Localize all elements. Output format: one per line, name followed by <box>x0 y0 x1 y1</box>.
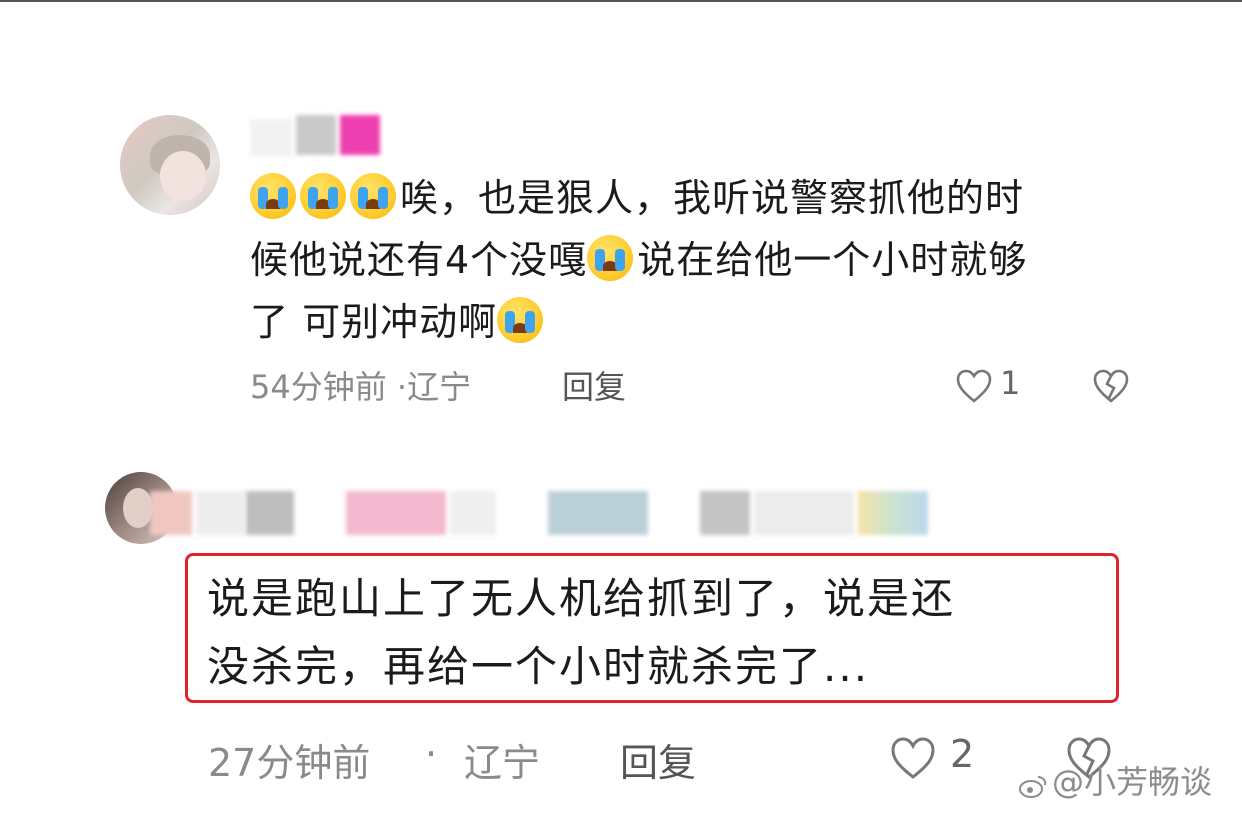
comment-time: 54分钟前 <box>250 368 387 406</box>
comment-location: 辽宁 <box>407 368 472 406</box>
top-divider <box>0 0 1242 2</box>
username-blurred[interactable] <box>150 487 930 535</box>
comment-text: 候他说还有4个没嘎 <box>250 238 588 282</box>
avatar-face <box>160 151 206 201</box>
comment-text-line: 唉，也是狠人，我听说警察抓他的时 <box>250 166 1024 230</box>
meta-separator: · <box>396 368 408 406</box>
comment-meta: 54分钟前 ·辽宁 <box>250 362 471 408</box>
like-count: 1 <box>1000 364 1021 402</box>
comment-text: 没杀完，再给一个小时就杀完了... <box>207 642 870 691</box>
comment-text: 说在给他一个小时就够 <box>637 238 1028 282</box>
comment-text-line: 了 可别冲动啊 <box>250 290 547 354</box>
avatar[interactable] <box>120 115 220 215</box>
comment-time: 27分钟前 <box>208 741 371 785</box>
watermark-text: @小芳畅谈 <box>1052 763 1213 801</box>
watermark: @小芳畅谈 <box>1018 757 1212 803</box>
reply-button[interactable]: 回复 <box>620 732 696 787</box>
crying-emoji-icon <box>587 235 634 281</box>
reply-button[interactable]: 回复 <box>562 362 626 408</box>
comment-text: 唉，也是狠人，我听说警察抓他的时 <box>400 176 1025 220</box>
meta-separator: · <box>425 732 438 776</box>
heart-icon[interactable] <box>955 368 993 404</box>
like-count: 2 <box>950 732 975 776</box>
comment-location: 辽宁 <box>464 741 541 785</box>
crying-emoji-icon <box>497 297 544 343</box>
avatar-face <box>123 488 153 528</box>
comment-text: 说是跑山上了无人机给抓到了，说是还 <box>207 574 956 623</box>
username-blurred[interactable] <box>250 115 382 163</box>
comment-text-line: 候他说还有4个没嘎 说在给他一个小时就够 <box>250 228 1027 292</box>
dislike-heart-icon[interactable] <box>1092 368 1130 404</box>
heart-icon[interactable] <box>890 736 936 780</box>
crying-emoji-icon <box>300 173 346 219</box>
comment-text: 了 可别冲动啊 <box>250 300 498 344</box>
crying-emoji-icon <box>350 173 396 219</box>
weibo-icon <box>1019 776 1047 798</box>
crying-emoji-icon <box>250 173 296 219</box>
